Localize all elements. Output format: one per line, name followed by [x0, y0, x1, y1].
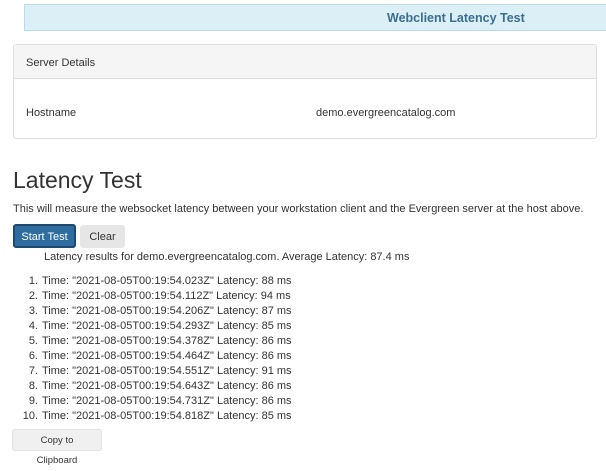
list-item-text: Time: "2021-08-05T00:19:54.818Z" Latency…	[42, 410, 292, 422]
list-item: 9. Time: "2021-08-05T00:19:54.731Z" Laten…	[0, 394, 292, 409]
latency-test-title: Latency Test	[13, 167, 142, 193]
server-details-heading-label: Server Details	[26, 57, 96, 69]
server-details-panel: Server Details Hostname demo.evergreenca…	[13, 44, 597, 139]
list-item-number: 5.	[28, 335, 38, 347]
list-item: 6. Time: "2021-08-05T00:19:54.464Z" Laten…	[0, 349, 292, 364]
list-item-number: 7.	[28, 365, 38, 377]
list-item: 4. Time: "2021-08-05T00:19:54.293Z" Laten…	[0, 319, 292, 334]
list-item-text: Time: "2021-08-05T00:19:54.378Z" Latency…	[42, 335, 292, 347]
list-item-number: 10.	[22, 410, 38, 422]
list-item-text: Time: "2021-08-05T00:19:54.731Z" Latency…	[42, 395, 292, 407]
list-item-text: Time: "2021-08-05T00:19:54.023Z" Latency…	[42, 275, 292, 287]
list-item-number: 9.	[28, 395, 38, 407]
start-test-button[interactable]: Start Test	[13, 224, 76, 248]
list-item-number: 4.	[28, 320, 38, 332]
list-item-number: 1.	[28, 275, 38, 287]
list-item-number: 2.	[28, 290, 38, 302]
hostname-label: Hostname	[26, 107, 77, 119]
page-title: Webclient Latency Test	[387, 11, 525, 25]
list-item-number: 3.	[28, 305, 38, 317]
results-list: 1. Time: "2021-08-05T00:19:54.023Z" Laten…	[0, 274, 292, 424]
list-item-text: Time: "2021-08-05T00:19:54.112Z" Latency…	[42, 290, 291, 302]
latency-test-description: This will measure the websocket latency …	[13, 203, 584, 215]
list-item: 8. Time: "2021-08-05T00:19:54.643Z" Laten…	[0, 379, 292, 394]
list-item: 10. Time: "2021-08-05T00:19:54.818Z" Late…	[0, 409, 292, 424]
list-item-number: 6.	[28, 350, 38, 362]
copy-to-clipboard-button[interactable]: Copy to Clipboard	[12, 429, 102, 466]
list-item-number: 8.	[28, 380, 38, 392]
list-item-text: Time: "2021-08-05T00:19:54.551Z" Latency…	[42, 365, 292, 377]
hostname-value: demo.evergreencatalog.com	[316, 107, 456, 119]
list-item: 3. Time: "2021-08-05T00:19:54.206Z" Laten…	[0, 304, 292, 319]
list-item-text: Time: "2021-08-05T00:19:54.464Z" Latency…	[42, 350, 292, 362]
list-item: 1. Time: "2021-08-05T00:19:54.023Z" Laten…	[0, 274, 292, 289]
list-item: 7. Time: "2021-08-05T00:19:54.551Z" Laten…	[0, 364, 292, 379]
list-item-text: Time: "2021-08-05T00:19:54.206Z" Latency…	[42, 305, 292, 317]
list-item-text: Time: "2021-08-05T00:19:54.643Z" Latency…	[42, 380, 292, 392]
list-item-text: Time: "2021-08-05T00:19:54.293Z" Latency…	[42, 320, 292, 332]
server-details-heading: Server Details	[14, 45, 596, 79]
clear-button[interactable]: Clear	[80, 225, 125, 248]
list-item: 5. Time: "2021-08-05T00:19:54.378Z" Laten…	[0, 334, 292, 349]
title-bar: Webclient Latency Test	[24, 4, 606, 31]
results-summary: Latency results for demo.evergreencatalo…	[44, 251, 410, 263]
list-item: 2. Time: "2021-08-05T00:19:54.112Z" Laten…	[0, 289, 292, 304]
